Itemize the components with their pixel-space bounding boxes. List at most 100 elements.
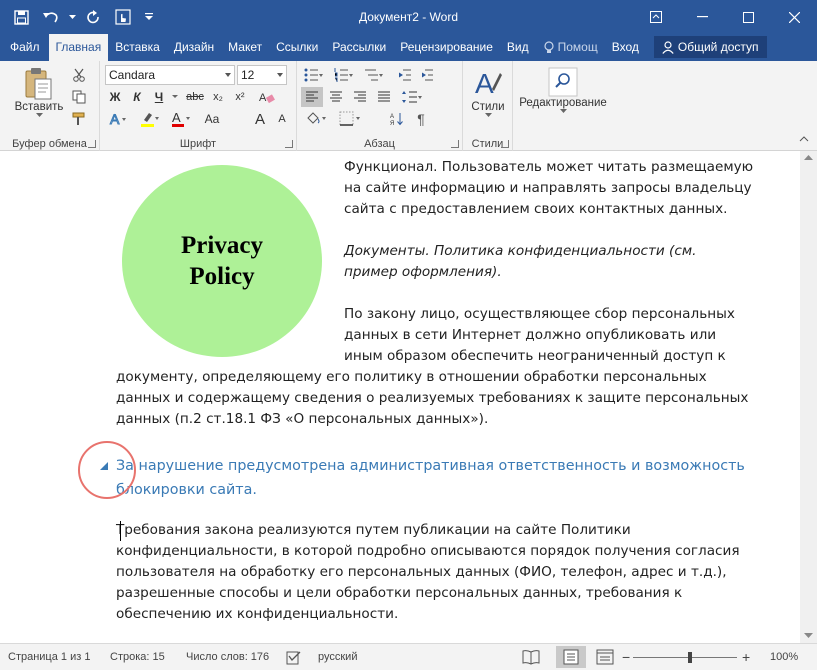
page-indicator[interactable]: Страница 1 из 1 [8,644,90,670]
clipboard-launcher-icon[interactable] [88,140,96,148]
numbering-icon[interactable] [331,65,357,85]
tab-design[interactable]: Дизайн [167,34,221,61]
grow-font-button[interactable]: A [250,109,270,129]
increase-indent-icon[interactable] [417,65,437,85]
scroll-down-icon[interactable] [804,633,813,639]
paste-button[interactable]: Вставить [12,67,66,118]
copy-icon[interactable] [68,87,90,107]
read-mode-icon[interactable] [522,649,540,665]
customize-icon[interactable] [138,2,160,32]
bullets-icon[interactable] [301,65,327,85]
show-marks-icon[interactable]: ¶ [411,109,431,129]
sign-in-link[interactable]: Вход [605,34,646,61]
subscript-button[interactable]: x₂ [208,87,228,107]
zoom-slider[interactable] [633,657,737,658]
tab-references[interactable]: Ссылки [269,34,325,61]
font-size-value: 12 [241,68,255,82]
multilevel-list-icon[interactable] [361,65,387,85]
justify-icon[interactable] [373,87,395,107]
scroll-up-icon[interactable] [804,155,813,161]
save-icon[interactable] [6,2,36,32]
bold-button[interactable]: Ж [105,87,125,107]
svg-text:A: A [172,110,181,125]
tell-me-box[interactable]: Помощ [536,34,605,61]
close-icon[interactable] [771,0,817,34]
image-text-line: Privacy [181,232,263,259]
paragraph-line: иным образом обеспечить неограниченный д… [344,348,726,364]
tab-review[interactable]: Рецензирование [393,34,500,61]
zoom-in-icon[interactable]: + [742,644,750,670]
tab-insert[interactable]: Вставка [108,34,167,61]
highlight-color-icon[interactable] [137,109,163,129]
tab-layout[interactable]: Макет [221,34,269,61]
font-name-field[interactable]: Candara [105,65,235,85]
restore-ribbon-icon[interactable] [633,0,679,34]
underline-dropdown-icon[interactable] [171,87,179,107]
editing-button[interactable]: Редактирование [516,67,610,114]
align-center-icon[interactable] [325,87,347,107]
maximize-icon[interactable] [725,0,771,34]
cut-icon[interactable] [68,65,90,85]
privacy-policy-image[interactable]: Privacy Policy [122,165,322,357]
word-count[interactable]: Число слов: 176 [186,644,269,670]
text-cursor [120,521,121,541]
font-group-label: Шрифт [179,138,217,150]
zoom-out-icon[interactable]: − [622,644,630,670]
redo-icon[interactable] [78,2,108,32]
line-spacing-icon[interactable] [399,87,425,107]
tab-mailings[interactable]: Рассылки [325,34,393,61]
borders-icon[interactable] [335,109,365,129]
styles-button-label: Стили [471,101,505,113]
print-layout-icon[interactable] [556,646,586,668]
chevron-down-icon[interactable] [225,73,231,77]
chevron-down-icon[interactable] [277,73,283,77]
styles-icon: A [475,68,502,99]
decrease-indent-icon[interactable] [395,65,415,85]
collapse-ribbon-icon[interactable] [796,129,812,149]
text-effects-icon[interactable]: A [105,109,131,129]
heading-line: блокировки сайта. [116,482,257,498]
tab-view[interactable]: Вид [500,34,536,61]
shading-icon[interactable] [301,109,331,129]
line-indicator[interactable]: Строка: 15 [110,644,165,670]
chevron-down-icon [559,109,567,113]
language-indicator[interactable]: русский [318,644,357,670]
superscript-button[interactable]: x² [230,87,250,107]
clear-formatting-icon[interactable]: A [256,87,278,107]
person-icon [662,40,674,54]
sort-icon[interactable]: AЯ [387,109,407,129]
svg-text:Я: Я [390,121,394,126]
minimize-icon[interactable] [679,0,725,34]
align-left-icon[interactable] [301,87,323,107]
styles-launcher-icon[interactable] [501,140,509,148]
paragraph-group: AЯ ¶ Абзац [297,61,463,151]
paragraph-line: обеспечению их конфиденциальности. [116,606,399,622]
strikethrough-button[interactable]: abc [182,87,208,107]
shrink-font-button[interactable]: A [272,109,292,129]
paragraph-launcher-icon[interactable] [451,140,459,148]
zoom-slider-thumb[interactable] [688,652,692,663]
share-button[interactable]: Общий доступ [653,36,767,58]
change-case-button[interactable]: Aa [200,109,224,129]
undo-icon[interactable] [36,2,66,32]
paragraph-line: документу, определяющему его политику в … [116,369,707,385]
align-right-icon[interactable] [349,87,371,107]
zoom-level[interactable]: 100% [770,644,798,670]
web-layout-icon[interactable] [596,649,614,665]
lightbulb-icon [544,40,554,53]
font-color-icon[interactable]: A [168,109,194,129]
underline-button[interactable]: Ч [149,87,169,107]
touch-mode-icon[interactable] [108,2,138,32]
tab-home[interactable]: Главная [48,34,109,61]
format-painter-icon[interactable] [68,109,90,129]
font-launcher-icon[interactable] [285,140,293,148]
document-area[interactable]: Privacy Policy Функционал. Пользователь … [0,151,817,643]
font-size-field[interactable]: 12 [237,65,287,85]
paragraph-line: данных в сети Интернет должно опубликова… [344,327,717,343]
italic-button[interactable]: К [127,87,147,107]
undo-dropdown-icon[interactable] [66,2,78,32]
tab-file[interactable]: Файл [0,34,49,61]
vertical-scrollbar[interactable] [800,151,817,643]
styles-button[interactable]: A Стили [466,67,510,118]
proofing-icon[interactable] [286,644,302,670]
